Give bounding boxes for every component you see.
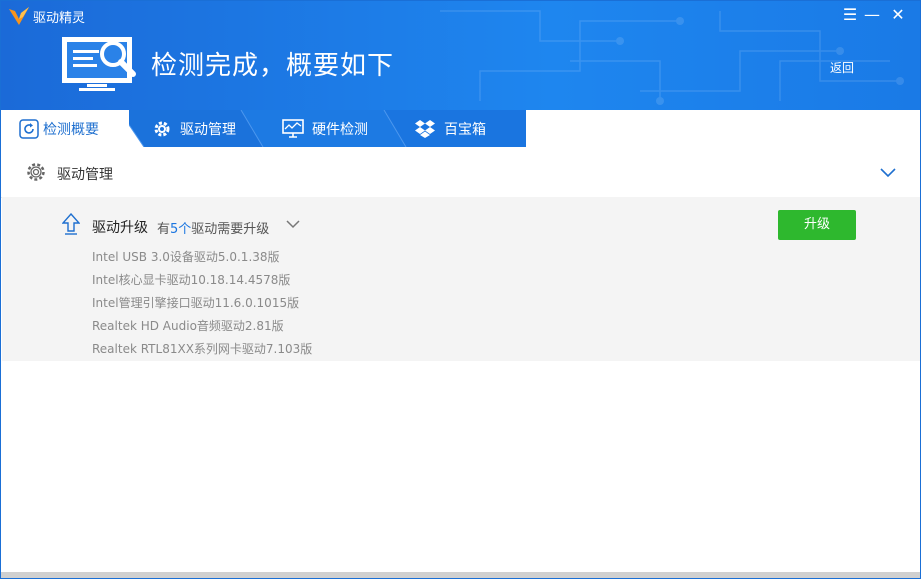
tab-overview[interactable]: 检测概要 — [19, 110, 129, 147]
back-link[interactable]: 返回 — [830, 59, 854, 76]
tab-label: 驱动管理 — [180, 121, 236, 138]
driver-management-section-header[interactable]: 驱动管理 — [1, 147, 920, 198]
tab-hardware-detection[interactable]: 硬件检测 — [282, 110, 382, 147]
page-title: 检测完成，概要如下 — [151, 51, 395, 81]
upgrade-button[interactable]: 升级 — [778, 210, 856, 240]
tab-label: 硬件检测 — [312, 121, 368, 138]
minimize-button[interactable]: — — [861, 4, 883, 26]
refresh-icon — [19, 118, 39, 139]
app-window: 驱动精灵 ☰ — ✕ 检测完成，概要如下 返回 检测概要 驱动管理 硬件检测 百… — [0, 0, 921, 579]
driver-item: Realtek HD Audio音频驱动2.81版 — [92, 319, 284, 333]
tab-toolbox[interactable]: 百宝箱 — [414, 110, 514, 147]
app-title: 驱动精灵 — [33, 11, 86, 26]
dropbox-icon — [415, 119, 435, 138]
driver-list: Intel USB 3.0设备驱动5.0.1.38版 Intel核心显卡驱动10… — [92, 249, 312, 364]
monitor-scan-icon — [62, 37, 136, 91]
gear-icon — [27, 163, 45, 181]
gear-icon — [154, 121, 170, 136]
menu-button[interactable]: ☰ — [839, 4, 861, 26]
driver-item: Intel USB 3.0设备驱动5.0.1.38版 — [92, 250, 280, 264]
driver-item: Intel核心显卡驱动10.18.14.4578版 — [92, 273, 291, 287]
tab-bar: 检测概要 驱动管理 硬件检测 百宝箱 — [1, 110, 920, 147]
close-button[interactable]: ✕ — [887, 4, 909, 26]
driver-item: Intel管理引擎接口驱动11.6.0.1015版 — [92, 296, 300, 310]
chevron-down-icon[interactable] — [880, 168, 896, 178]
driver-upgrade-panel: 驱动升级 有5个驱动需要升级 升级 Intel USB 3.0设备驱动5.0.1… — [2, 197, 920, 361]
upgrade-arrow-icon — [62, 213, 80, 235]
monitor-icon — [282, 118, 304, 138]
upgrade-count-text: 有5个驱动需要升级 — [157, 222, 270, 237]
section-title: 驱动管理 — [57, 167, 113, 183]
tab-label: 百宝箱 — [444, 121, 486, 138]
tab-label: 检测概要 — [43, 121, 99, 138]
tab-driver-management[interactable]: 驱动管理 — [152, 110, 252, 147]
app-logo-icon — [9, 7, 29, 25]
header-banner: 驱动精灵 ☰ — ✕ 检测完成，概要如下 返回 — [1, 1, 920, 110]
bottom-border — [1, 572, 920, 578]
upgrade-title: 驱动升级 — [92, 220, 148, 236]
chevron-down-icon[interactable] — [286, 219, 300, 229]
driver-item: Realtek RTL81XX系列网卡驱动7.103版 — [92, 342, 313, 356]
upgrade-count: 5个 — [170, 222, 192, 237]
